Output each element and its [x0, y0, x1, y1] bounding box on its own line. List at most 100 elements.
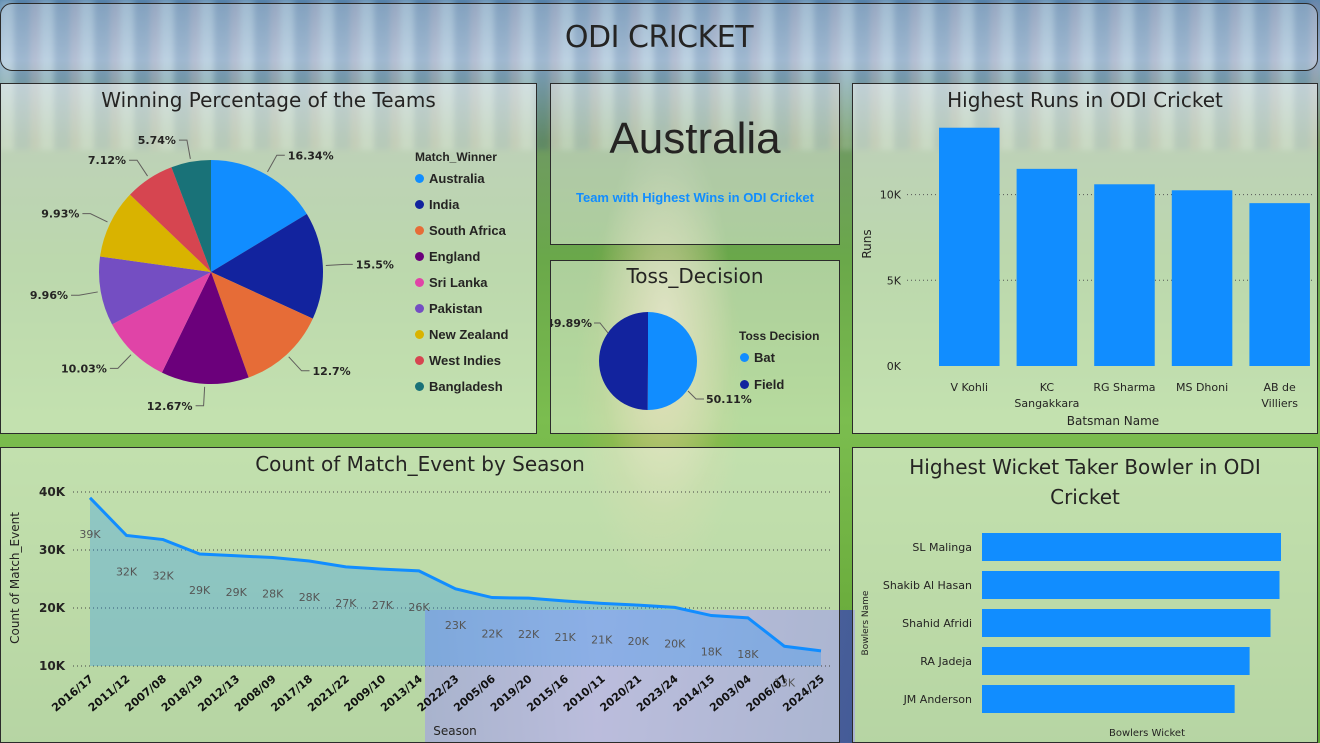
x-tick-label: Sangakkara [1014, 397, 1079, 410]
y-tick-label: JM Anderson [903, 693, 972, 706]
legend-marker [415, 252, 424, 261]
bar-v-kohli [939, 127, 1000, 366]
y-axis-title: Count of Match_Event [8, 512, 22, 644]
pie-leader-line [267, 154, 285, 173]
legend-item-west-indies[interactable]: West Indies [415, 353, 501, 368]
pie-leader-line [687, 390, 704, 400]
x-tick-label: RG Sharma [1093, 381, 1155, 394]
data-label-2008-09: 28K [262, 588, 284, 601]
data-label-2015-16: 21K [555, 631, 577, 644]
legend-item-new-zealand[interactable]: New Zealand [415, 327, 508, 342]
x-tick-label: Villiers [1261, 397, 1298, 410]
highest-wickets-bar-chart: SL Malinga Shakib Al Hasan Shahid Afridi RA… [861, 533, 1281, 739]
legend-item-bangladesh[interactable]: Bangladesh [415, 379, 503, 394]
dashboard-title: ODI CRICKET [564, 20, 754, 55]
pie-leader-line [195, 386, 206, 407]
win-legend-title: Match_Winner [415, 150, 497, 164]
win-data-label-west-indies: 7.12% [88, 154, 126, 167]
data-label-2005-06: 22K [481, 628, 503, 641]
legend-marker [415, 226, 424, 235]
legend-marker [415, 174, 424, 183]
legend-label: South Africa [429, 223, 506, 238]
x-axis-title: Season [433, 724, 477, 738]
win-data-label-england: 12.67% [147, 400, 193, 413]
bar-ms-dhoni [1171, 190, 1233, 366]
y-axis-title: Runs [860, 229, 874, 258]
data-label-2016-17: 39K [79, 528, 101, 541]
y-tick-label: 0K [887, 360, 902, 373]
data-label-2022-23: 23K [445, 619, 467, 632]
top-team-label: Team with Highest Wins in ODI Cricket [575, 190, 814, 205]
data-label-2020-21: 20K [628, 635, 650, 648]
win-data-label-pakistan: 9.96% [30, 289, 68, 302]
legend-marker [415, 356, 424, 365]
pie-slice-bat [647, 312, 698, 410]
legend-label: Sri Lanka [429, 275, 488, 290]
x-tick-label: MS Dhoni [1176, 381, 1228, 394]
legend-marker [740, 353, 749, 362]
bar-shahid-afridi [982, 609, 1271, 637]
top-team-value: Australia [609, 114, 781, 163]
bar-kc-sangakkara [1016, 168, 1078, 366]
y-tick-label: 30K [39, 543, 66, 557]
pie-slice-field [599, 312, 648, 410]
x-axis-title: Batsman Name [1067, 414, 1159, 428]
y-tick-label: SL Malinga [912, 541, 972, 554]
legend-label: West Indies [429, 353, 502, 368]
pie-leader-line [71, 291, 98, 296]
win-data-label-sri-lanka: 10.03% [61, 362, 107, 375]
data-label-2003-04: 18K [737, 648, 759, 661]
y-tick-label: 10K [39, 659, 66, 673]
highest-runs-panel: Highest Runs in ODI Cricket 0K 5K 10K V Koh… [852, 83, 1318, 434]
legend-label: Pakistan [429, 301, 483, 316]
legend-item-field[interactable]: Field [740, 377, 784, 392]
legend-item-pakistan[interactable]: Pakistan [415, 301, 482, 316]
y-tick-label: RA Jadeja [920, 655, 972, 668]
bar-ra-jadeja [982, 647, 1250, 675]
y-tick-label: 40K [39, 485, 66, 499]
data-label-2007-08: 32K [152, 570, 174, 583]
legend-item-england[interactable]: England [415, 249, 480, 264]
legend-marker [415, 304, 424, 313]
legend-marker [415, 200, 424, 209]
top-team-card: Australia Team with Highest Wins in ODI … [550, 83, 840, 245]
legend-label: England [429, 249, 481, 264]
x-tick-label: V Kohli [951, 381, 989, 394]
data-label-2023-24: 20K [664, 637, 686, 650]
toss-decision-panel: Toss_Decision 50.11%49.89% Toss Decision… [550, 260, 840, 434]
bar-rg-sharma [1094, 184, 1155, 366]
legend-marker [740, 380, 749, 389]
data-label-2017-18: 28K [299, 591, 321, 604]
legend-label: New Zealand [429, 327, 509, 342]
legend-item-india[interactable]: India [415, 197, 459, 212]
win-data-label-new-zealand: 9.93% [41, 208, 79, 221]
legend-label: Australia [429, 171, 485, 186]
legend-item-australia[interactable]: Australia [415, 171, 485, 186]
legend-marker [415, 382, 424, 391]
pie-leader-line [288, 356, 310, 372]
legend-label: Field [754, 377, 785, 392]
data-label-2011-12: 32K [116, 566, 138, 579]
y-tick-label: 10K [880, 189, 902, 202]
area-fill [90, 497, 821, 666]
win-data-label-bangladesh: 5.74% [138, 134, 176, 147]
dashboard-header: ODI CRICKET [0, 3, 1318, 71]
pie-leader-line [109, 354, 132, 369]
bar-ab-de-villiers [1249, 203, 1310, 366]
win-data-label-india: 15.5% [356, 258, 394, 271]
bar-jm-anderson [982, 685, 1235, 713]
match-events-area-chart: 10K20K30K40K39K2016/1732K2011/1232K2007/… [8, 485, 833, 738]
toss-legend-title: Toss Decision [739, 329, 820, 343]
legend-item-bat[interactable]: Bat [740, 350, 775, 365]
data-label-2013-14: 26K [408, 601, 430, 614]
win-data-label-australia: 16.34% [288, 149, 334, 162]
x-tick-label: AB de [1264, 381, 1297, 394]
bar-sl-malinga [982, 533, 1281, 561]
legend-item-sri-lanka[interactable]: Sri Lanka [415, 275, 488, 290]
legend-item-south-africa[interactable]: South Africa [415, 223, 506, 238]
bar-shakib-al-hasan [982, 571, 1280, 599]
legend-label: India [429, 197, 460, 212]
pie-leader-line [82, 213, 108, 223]
toss-data-label-field: 49.89% [551, 317, 592, 330]
pie-leader-line [129, 159, 148, 177]
